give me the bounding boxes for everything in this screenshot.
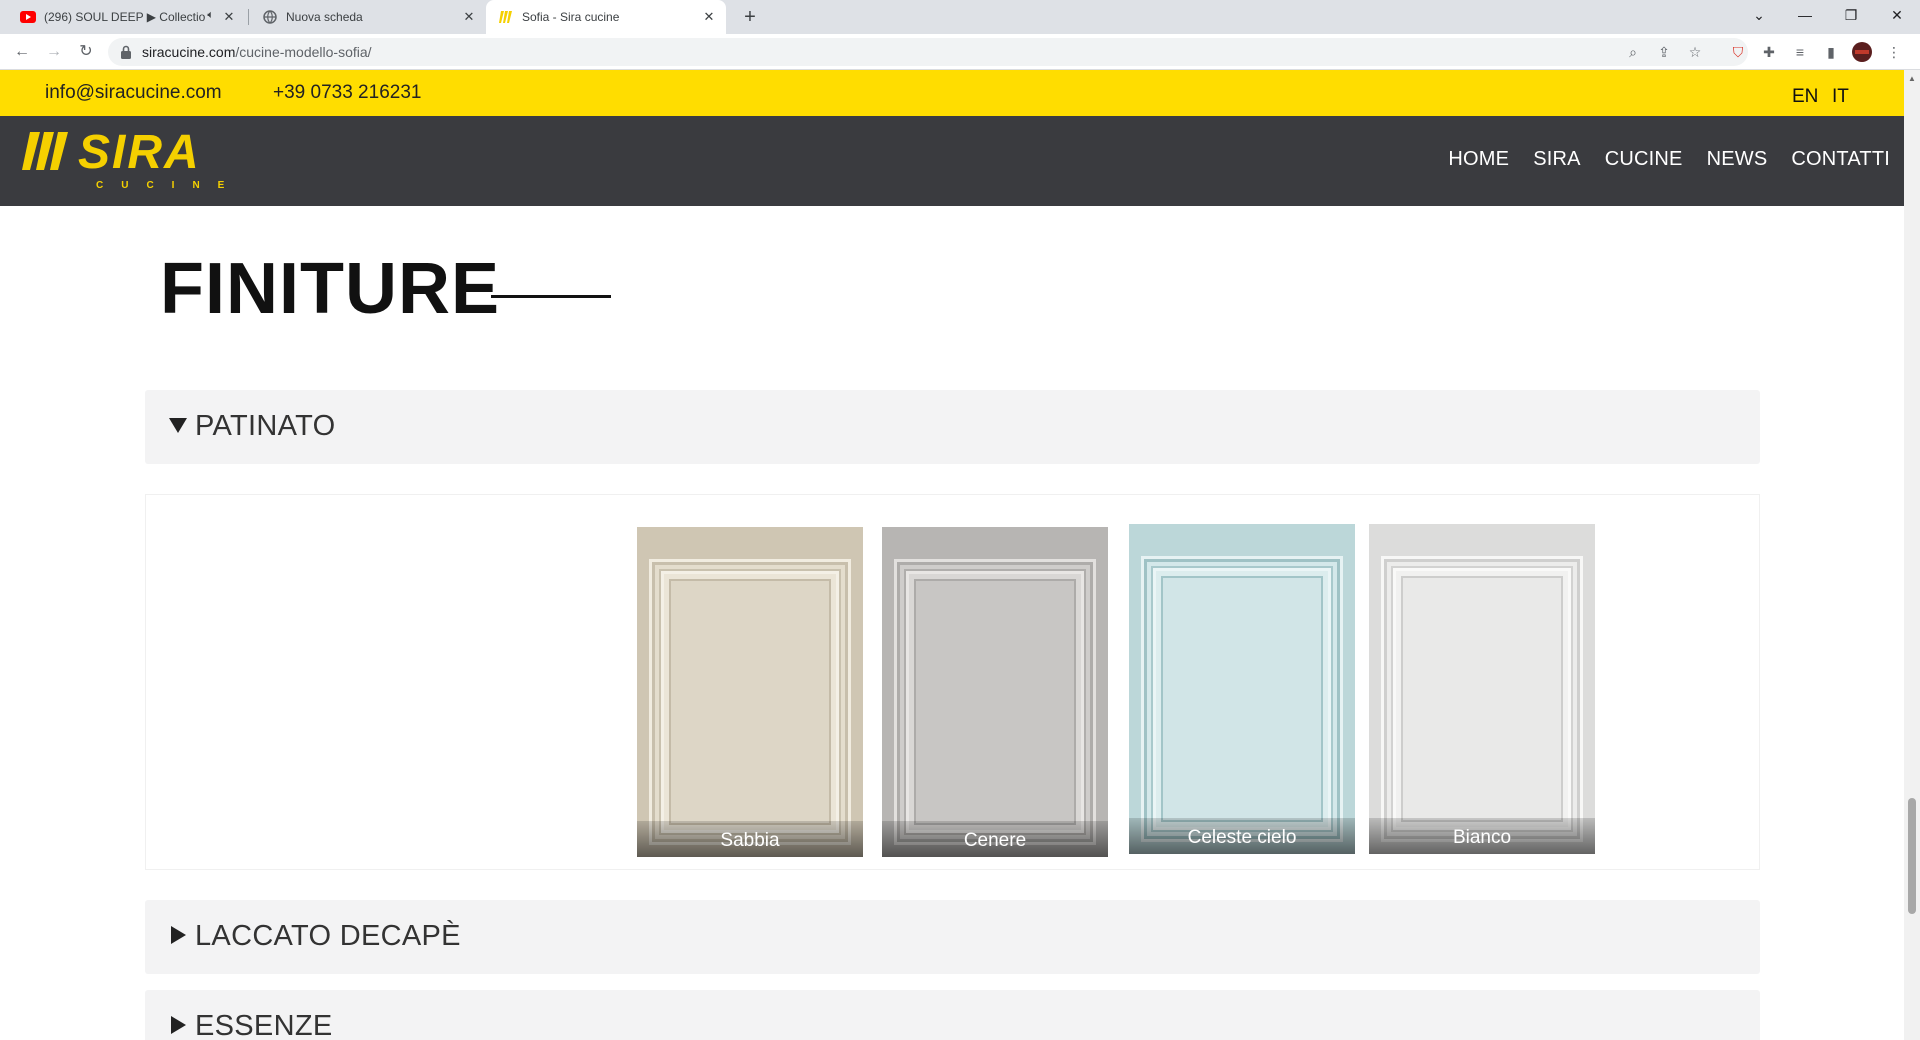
lang-en-link[interactable]: EN	[1792, 86, 1818, 108]
accordion-laccato-decape[interactable]: LACCATO DECAPÈ	[145, 900, 1760, 974]
close-tab-icon[interactable]: ✕	[460, 8, 478, 26]
tab-search-icon[interactable]: ⌄	[1736, 0, 1782, 30]
tab-sofia-sira[interactable]: Sofia - Sira cucine ✕	[486, 0, 726, 34]
close-tab-icon[interactable]: ✕	[220, 8, 238, 26]
scroll-up-arrow-icon[interactable]: ▲	[1908, 74, 1916, 83]
lock-icon	[120, 45, 132, 59]
youtube-icon	[20, 9, 36, 25]
triangle-right-icon	[167, 924, 189, 946]
browser-tab-bar: (296) SOUL DEEP ▶ Collectio 🔈︎ ✕ Nuova s…	[0, 0, 1920, 34]
swatch-label: Celeste cielo	[1129, 818, 1355, 854]
tab-title: (296) SOUL DEEP ▶ Collectio	[44, 10, 206, 24]
extensions-puzzle-icon[interactable]: ✚	[1759, 42, 1779, 62]
tab-youtube[interactable]: (296) SOUL DEEP ▶ Collectio 🔈︎ ✕	[8, 0, 246, 34]
swatch-label: Sabbia	[637, 821, 863, 857]
minimize-button[interactable]: —	[1782, 0, 1828, 30]
accordion-patinato[interactable]: PATINATO	[145, 390, 1760, 464]
sira-logo[interactable]: SIRA CUCINE	[22, 126, 232, 198]
triangle-down-icon	[167, 414, 189, 436]
menu-kebab-icon[interactable]: ⋮	[1884, 42, 1904, 62]
title-underline	[491, 295, 611, 298]
zoom-icon[interactable]: ⌕	[1623, 42, 1643, 62]
triangle-right-icon	[167, 1014, 189, 1036]
nav-sira[interactable]: SIRA	[1533, 148, 1580, 171]
logo-main: SIRA	[78, 126, 201, 179]
swatch-label: Bianco	[1369, 818, 1595, 854]
tab-new-tab[interactable]: Nuova scheda ✕	[250, 0, 486, 34]
page-scrollbar[interactable]: ▲	[1904, 70, 1920, 1040]
globe-icon	[262, 9, 278, 25]
accordion-label: ESSENZE	[195, 1010, 333, 1040]
sira-favicon-icon	[498, 9, 514, 25]
swatch-cenere[interactable]: Cenere	[882, 527, 1108, 857]
tab-title: Nuova scheda	[286, 10, 363, 24]
url-path: /cucine-modello-sofia/	[235, 44, 372, 60]
phone-link[interactable]: +39 0733 216231	[273, 82, 421, 104]
close-window-button[interactable]: ✕	[1874, 0, 1920, 30]
logo-sub: CUCINE	[96, 180, 232, 191]
nav-home[interactable]: HOME	[1448, 148, 1509, 171]
section-title: FINITURE	[160, 249, 500, 329]
new-tab-button[interactable]: +	[738, 5, 762, 29]
reload-icon[interactable]: ↻	[74, 40, 98, 64]
side-panel-icon[interactable]: ▮	[1821, 42, 1841, 62]
swatch-bianco[interactable]: Bianco	[1369, 524, 1595, 854]
speaker-icon[interactable]: 🔈︎	[207, 9, 214, 22]
share-icon[interactable]: ⇪	[1654, 42, 1674, 62]
nav-contatti[interactable]: CONTATTI	[1791, 148, 1890, 171]
extension-shield-icon[interactable]: ⛉	[1728, 42, 1748, 62]
url-domain: siracucine.com	[142, 44, 236, 60]
main-navigation: SIRA CUCINE HOME SIRA CUCINE NEWS CONTAT…	[0, 116, 1904, 206]
address-bar[interactable]: siracucine.com/cucine-modello-sofia/ ⌕ ⇪…	[108, 38, 1748, 66]
contact-bar: info@siracucine.com +39 0733 216231 EN I…	[0, 70, 1904, 116]
swatch-label: Cenere	[882, 821, 1108, 857]
back-arrow-icon[interactable]: ←	[10, 40, 34, 64]
accordion-essenze[interactable]: ESSENZE	[145, 990, 1760, 1040]
avatar[interactable]	[1852, 42, 1872, 62]
accordion-label: PATINATO	[195, 410, 336, 442]
page-content: FINITURE PATINATO Sabbia Cenere Celeste …	[0, 206, 1904, 1040]
lang-it-link[interactable]: IT	[1832, 86, 1849, 108]
browser-toolbar: ← → ↻ siracucine.com/cucine-modello-sofi…	[0, 34, 1920, 70]
forward-arrow-icon[interactable]: →	[42, 40, 66, 64]
bookmark-star-icon[interactable]: ☆	[1685, 42, 1705, 62]
accordion-patinato-body: Sabbia Cenere Celeste cielo Bianco	[145, 494, 1760, 870]
tab-title: Sofia - Sira cucine	[522, 10, 620, 24]
restore-button[interactable]: ❐	[1828, 0, 1874, 30]
close-tab-icon[interactable]: ✕	[700, 8, 718, 26]
nav-cucine[interactable]: CUCINE	[1605, 148, 1683, 171]
email-link[interactable]: info@siracucine.com	[45, 82, 222, 104]
accordion-label: LACCATO DECAPÈ	[195, 920, 461, 952]
nav-news[interactable]: NEWS	[1707, 148, 1768, 171]
reading-list-icon[interactable]: ≡	[1790, 42, 1810, 62]
scrollbar-thumb[interactable]	[1908, 798, 1916, 914]
swatch-celeste-cielo[interactable]: Celeste cielo	[1129, 524, 1355, 854]
swatch-sabbia[interactable]: Sabbia	[637, 527, 863, 857]
